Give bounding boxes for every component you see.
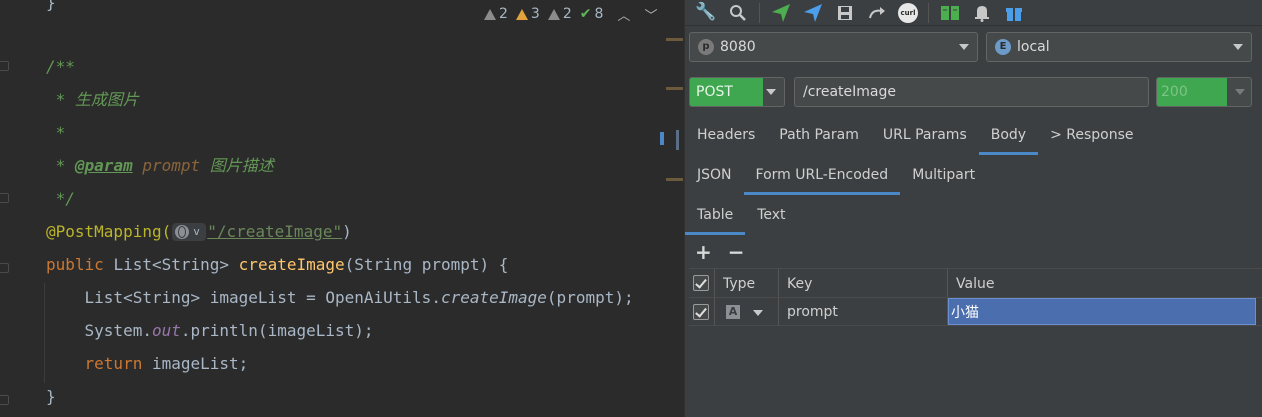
indent-guide xyxy=(44,283,45,383)
scroll-thumb[interactable] xyxy=(676,130,679,150)
chevron-down-icon: v xyxy=(193,224,200,238)
chevron-down-icon xyxy=(1233,44,1243,50)
params-table: Type Key Value A prompt 小猫 xyxy=(689,268,1262,326)
remove-row-button[interactable]: − xyxy=(728,240,745,264)
gift-icon[interactable] xyxy=(1003,2,1025,24)
code-line[interactable]: * @param prompt 图片描述 xyxy=(46,155,274,177)
row-checkbox[interactable] xyxy=(693,304,709,320)
text-type-icon: A xyxy=(726,305,740,319)
tab-response[interactable]: > Response xyxy=(1038,115,1145,155)
code-line[interactable]: * 生成图片 xyxy=(46,89,139,111)
code-editor[interactable]: 2 3 2 ✔ 8 ︿ ﹀ } /** * 生成图片 * * @param pro… xyxy=(0,0,684,417)
endpoint-inlay-hint[interactable]: v xyxy=(172,222,207,241)
code-line[interactable]: return imageList; xyxy=(46,353,249,375)
fold-marker[interactable] xyxy=(0,395,9,405)
chevron-down-icon xyxy=(766,89,776,95)
column-header-type: Type xyxy=(715,269,779,297)
code-line[interactable]: * xyxy=(46,122,66,144)
code-line[interactable]: List<String> imageList = OpenAiUtils.cre… xyxy=(46,287,634,309)
form-view-tabs: Table Text xyxy=(685,195,1262,235)
editor-gutter xyxy=(0,0,14,417)
code-line[interactable]: public List<String> createImage(String p… xyxy=(46,254,508,276)
toolbar-separator xyxy=(759,2,760,23)
tab-body[interactable]: Body xyxy=(978,115,1039,155)
column-header-value: Value xyxy=(956,276,995,292)
toolbar-separator xyxy=(928,2,929,23)
select-all-cell[interactable] xyxy=(689,269,715,297)
book-icon[interactable] xyxy=(939,2,961,24)
environment-badge-icon: E xyxy=(995,39,1011,55)
tab-json[interactable]: JSON xyxy=(685,155,744,195)
environment-select[interactable]: E local xyxy=(986,32,1252,62)
chevron-up-icon[interactable]: ︿ xyxy=(617,5,630,24)
tab-headers[interactable]: Headers xyxy=(685,115,767,155)
type-cell[interactable]: A xyxy=(715,298,779,325)
panel-toolbar: 🔧 curl xyxy=(685,0,1262,26)
code-line[interactable]: */ xyxy=(46,188,75,210)
send-icon[interactable] xyxy=(770,2,792,24)
tab-multipart[interactable]: Multipart xyxy=(900,155,987,195)
add-row-button[interactable]: + xyxy=(695,240,712,264)
code-line[interactable]: /** xyxy=(46,56,75,78)
warning-icon xyxy=(515,8,528,20)
method-select[interactable]: POST xyxy=(689,77,785,107)
caret-marker xyxy=(660,132,664,145)
bell-icon[interactable] xyxy=(971,2,993,24)
body-type-tabs: JSON Form URL-Encoded Multipart xyxy=(685,155,1262,195)
warning-count-2[interactable]: 3 xyxy=(515,6,540,22)
curl-icon[interactable]: curl xyxy=(898,2,918,23)
chevron-down-icon[interactable] xyxy=(753,310,763,316)
scroll-marker xyxy=(666,178,683,181)
key-cell[interactable]: prompt xyxy=(779,298,948,325)
port-select[interactable]: p 8080 xyxy=(689,32,978,62)
code-line[interactable]: } xyxy=(46,386,56,408)
code-line[interactable]: @PostMapping(v "/createImage") xyxy=(46,221,352,243)
fold-marker[interactable] xyxy=(0,193,9,203)
globe-icon xyxy=(175,224,190,239)
search-icon[interactable] xyxy=(727,2,749,24)
port-badge-icon: p xyxy=(698,39,714,55)
select-all-checkbox[interactable] xyxy=(693,275,709,291)
chevron-down-icon xyxy=(959,44,969,50)
table-row[interactable]: A prompt 小猫 xyxy=(689,298,1262,326)
http-client-panel: 🔧 curl p 8080 E local POST /createImage … xyxy=(684,0,1262,417)
table-toolbar: + − xyxy=(685,237,1262,267)
save-icon[interactable] xyxy=(834,2,856,24)
warning-count-1[interactable]: 2 xyxy=(484,6,508,22)
fold-marker[interactable] xyxy=(0,61,9,71)
chevron-down-icon xyxy=(1235,89,1245,95)
table-header-row: Type Key Value xyxy=(689,268,1262,298)
send-blue-icon[interactable] xyxy=(802,2,824,24)
code-line[interactable]: } xyxy=(46,0,56,14)
tab-table[interactable]: Table xyxy=(685,195,746,235)
check-icon: ✔ xyxy=(579,6,592,22)
value-cell[interactable]: 小猫 xyxy=(948,298,1256,325)
weak-warning-icon xyxy=(547,8,560,20)
column-header-key: Key xyxy=(779,269,948,297)
scroll-marker xyxy=(666,38,683,41)
weak-warning-count[interactable]: 2 xyxy=(547,6,572,22)
request-tabs: Headers Path Param URL Params Body > Res… xyxy=(685,115,1262,155)
tab-url-params[interactable]: URL Params xyxy=(871,115,979,155)
inspection-widget[interactable]: 2 3 2 ✔ 8 ︿ ﹀ xyxy=(484,4,657,24)
row-checkbox-cell[interactable] xyxy=(689,298,715,325)
tab-text[interactable]: Text xyxy=(745,195,797,235)
code-line[interactable]: System.out.println(imageList); xyxy=(46,320,374,342)
url-input[interactable]: /createImage xyxy=(794,77,1149,107)
status-select[interactable]: 200 xyxy=(1156,77,1252,107)
redo-icon[interactable] xyxy=(866,2,888,24)
tab-path-param[interactable]: Path Param xyxy=(767,115,871,155)
tab-form-url-encoded[interactable]: Form URL-Encoded xyxy=(743,155,901,195)
fold-marker[interactable] xyxy=(0,263,9,273)
chevron-down-icon[interactable]: ﹀ xyxy=(644,5,657,24)
warning-icon xyxy=(484,8,496,20)
scroll-marker xyxy=(666,87,683,90)
ok-count[interactable]: ✔ 8 xyxy=(580,6,604,22)
wrench-icon[interactable]: 🔧 xyxy=(695,2,717,24)
